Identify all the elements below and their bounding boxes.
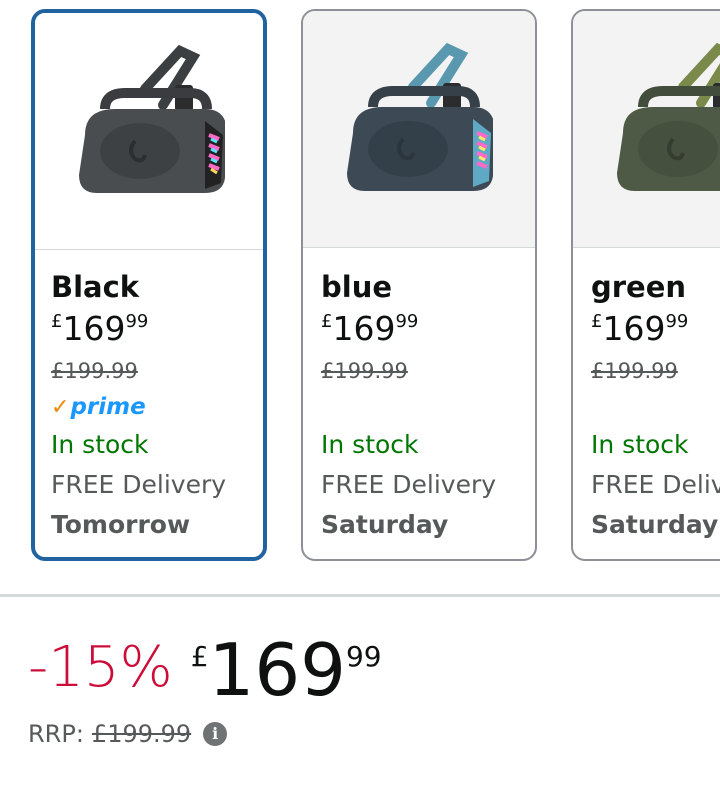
price-currency: £	[190, 640, 209, 673]
stock-status: In stock	[591, 430, 689, 459]
variant-price: £16999	[321, 309, 419, 348]
product-image-green	[573, 11, 720, 248]
variant-card-blue[interactable]: blue £16999 £199.99 In stock FREE Delive…	[301, 9, 537, 561]
delivery-label: FREE Delivery	[321, 470, 497, 499]
variant-name: Black	[51, 270, 140, 304]
price-whole: 169	[208, 628, 346, 712]
variant-price: £16999	[51, 309, 149, 348]
delivery-label: FREE Delivery	[51, 470, 227, 499]
check-icon: ✓	[51, 394, 70, 420]
variant-rrp: £199.99	[321, 359, 408, 383]
discount-percent: -15%	[28, 635, 173, 700]
delivery-day: Saturday	[591, 510, 719, 539]
rrp-line: RRP: £199.99 i	[28, 720, 228, 748]
variant-rrp: £199.99	[51, 359, 138, 383]
main-price: -15% £16999	[28, 628, 720, 712]
delivery-label: FREE Delivery	[591, 470, 720, 499]
price-fraction: 99	[345, 640, 382, 673]
variant-name: green	[591, 270, 687, 304]
variant-name: blue	[321, 270, 393, 304]
variant-price: £16999	[591, 309, 689, 348]
variant-card-green[interactable]: green £16999 £199.99 In stock FREE Deliv…	[571, 9, 720, 561]
info-icon[interactable]: i	[203, 722, 228, 746]
stock-status: In stock	[51, 430, 149, 459]
stock-status: In stock	[321, 430, 419, 459]
delivery-day: Tomorrow	[51, 510, 191, 539]
product-image-blue	[303, 11, 535, 248]
delivery-day: Saturday	[321, 510, 449, 539]
rrp-value: £199.99	[91, 720, 192, 748]
section-divider	[0, 594, 720, 597]
prime-badge: ✓ prime	[51, 394, 146, 420]
rrp-label: RRP:	[28, 720, 84, 748]
variant-card-black[interactable]: Black £16999 £199.99 ✓ prime In stock FRE…	[31, 9, 267, 561]
variant-carousel[interactable]: Black £16999 £199.99 ✓ prime In stock FRE…	[0, 0, 720, 575]
price-summary: -15% £16999 RRP: £199.99 i	[28, 628, 720, 748]
variant-rrp: £199.99	[591, 359, 678, 383]
product-image-black	[35, 13, 263, 250]
